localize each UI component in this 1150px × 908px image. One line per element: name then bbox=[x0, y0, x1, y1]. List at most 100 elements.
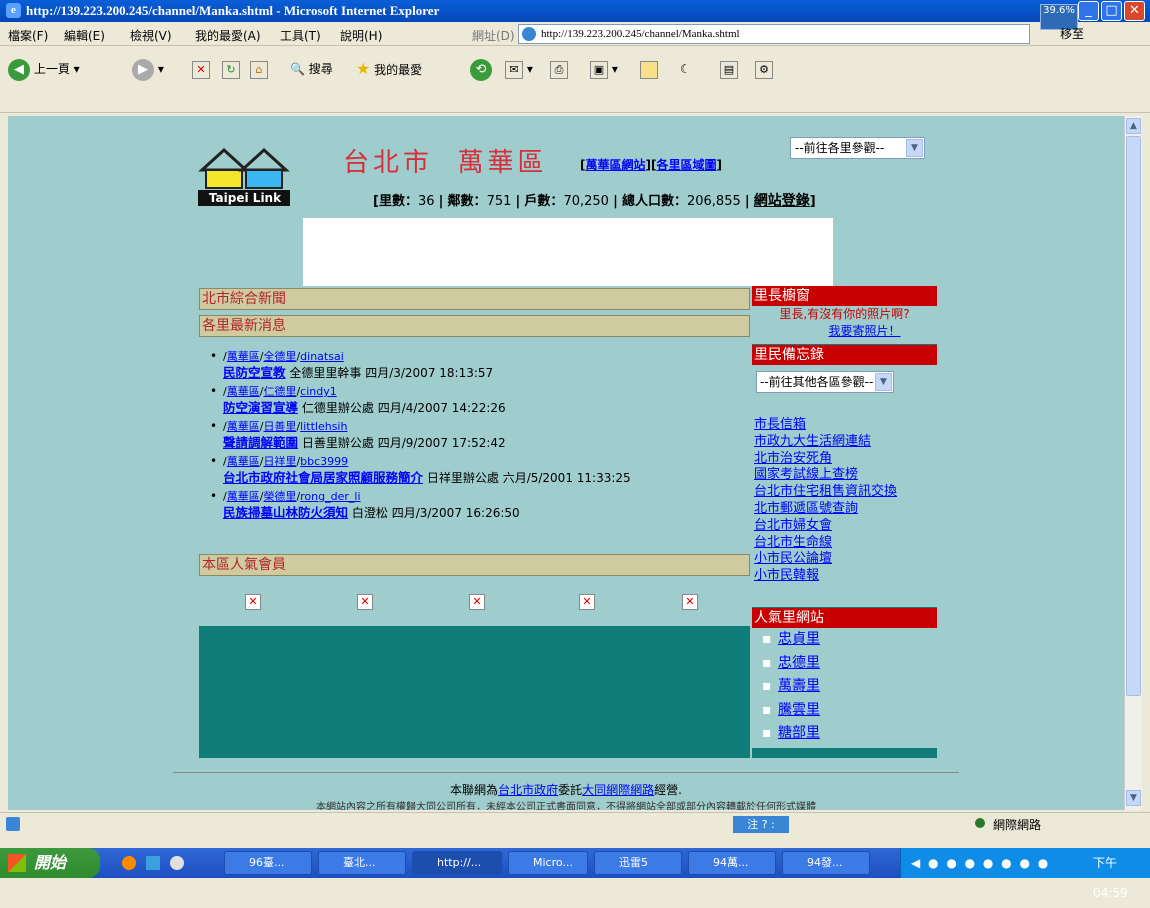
task-item[interactable]: 94萬... bbox=[688, 851, 776, 875]
district-map-link[interactable]: 各里區域圖 bbox=[656, 158, 716, 172]
popular-village-link[interactable]: 騰雲里 bbox=[778, 702, 820, 718]
district-jump-select[interactable]: --前往其他各區參觀-- ▼ bbox=[756, 371, 894, 393]
home-button[interactable]: ⌂ bbox=[250, 57, 268, 81]
chief-window-header: 里長櫥窗 bbox=[752, 286, 937, 306]
news-district-link[interactable]: 萬華區 bbox=[227, 420, 260, 433]
task-item-active[interactable]: http://... bbox=[412, 851, 502, 875]
task-item[interactable]: 94發... bbox=[782, 851, 870, 875]
ie-app-icon: e bbox=[6, 3, 21, 18]
news-district-link[interactable]: 萬華區 bbox=[227, 490, 260, 503]
forward-button[interactable]: ▶ ▾ bbox=[132, 57, 164, 81]
news-publisher: 白澄松 bbox=[351, 506, 388, 520]
news-village-link[interactable]: 日善里 bbox=[263, 420, 296, 433]
memo-link[interactable]: 北市治安死角 bbox=[754, 451, 832, 466]
memo-link[interactable]: 台北市住宅租售資訊交換 bbox=[754, 484, 897, 499]
menu-help[interactable]: 說明(H) bbox=[340, 27, 382, 44]
memo-header: 里民備忘錄 bbox=[752, 345, 937, 365]
popular-members-header: 本區人氣會員 bbox=[199, 554, 750, 576]
memo-link[interactable]: 市長信箱 bbox=[754, 417, 806, 432]
start-button[interactable]: 開始 bbox=[0, 848, 100, 878]
menu-favorites[interactable]: 我的最愛(A) bbox=[195, 27, 261, 44]
ime-icon[interactable]: 注 ? : bbox=[733, 816, 789, 833]
popular-village-link[interactable]: 忠德里 bbox=[778, 655, 820, 671]
memo-link[interactable]: 小市民韓報 bbox=[754, 568, 819, 583]
news-district-link[interactable]: 萬華區 bbox=[227, 350, 260, 363]
village-jump-select[interactable]: --前往各里參觀-- ▼ bbox=[790, 137, 925, 159]
scroll-down-icon[interactable]: ▼ bbox=[1126, 790, 1141, 806]
news-title-link[interactable]: 聲請調解範圍 bbox=[223, 435, 298, 450]
quicklaunch-icon[interactable] bbox=[146, 856, 160, 870]
gov-link[interactable]: 台北市政府 bbox=[498, 783, 558, 797]
memo-link[interactable]: 台北市生命線 bbox=[754, 535, 832, 550]
media-button[interactable]: ▤ bbox=[720, 57, 738, 81]
address-bar[interactable]: http://139.223.200.245/channel/Manka.sht… bbox=[518, 24, 1030, 44]
memo-link[interactable]: 市政九大生活網連結 bbox=[754, 434, 871, 449]
scroll-up-icon[interactable]: ▲ bbox=[1126, 118, 1141, 134]
menu-tools[interactable]: 工具(T) bbox=[280, 27, 321, 44]
print-icon: ⎙ bbox=[550, 60, 568, 79]
task-item[interactable]: 臺北... bbox=[318, 851, 406, 875]
news-user-link[interactable]: dinatsai bbox=[300, 350, 344, 363]
news-village-link[interactable]: 榮德里 bbox=[263, 490, 296, 503]
popular-village-link[interactable]: 糖部里 bbox=[778, 725, 820, 741]
news-village-link[interactable]: 全德里 bbox=[263, 350, 296, 363]
memo-link[interactable]: 國家考試線上查榜 bbox=[754, 467, 858, 482]
memo-link[interactable]: 北市郵遞區號查詢 bbox=[754, 501, 858, 516]
news-district-link[interactable]: 萬華區 bbox=[227, 385, 260, 398]
back-button[interactable]: ◀ 上一頁 ▾ bbox=[8, 57, 80, 81]
broken-image-icon[interactable]: ✕ bbox=[357, 594, 373, 610]
news-user-link[interactable]: littlehsih bbox=[300, 420, 347, 433]
popular-village-link[interactable]: 忠貞里 bbox=[778, 631, 820, 647]
vertical-scrollbar[interactable]: ▲ ▼ bbox=[1124, 116, 1142, 810]
news-user-link[interactable]: rong_der_li bbox=[300, 490, 360, 503]
news-title-link[interactable]: 民防空宣教 bbox=[223, 365, 286, 380]
history-button[interactable]: ⟲ bbox=[470, 57, 492, 81]
go-button[interactable]: 移至 bbox=[1060, 25, 1084, 42]
news-title-link[interactable]: 台北市政府社會局居家照顧服務簡介 bbox=[223, 470, 423, 485]
broken-image-icon[interactable]: ✕ bbox=[469, 594, 485, 610]
broken-image-icon[interactable]: ✕ bbox=[245, 594, 261, 610]
firefox-icon[interactable] bbox=[122, 856, 136, 870]
task-item[interactable]: Micro... bbox=[508, 851, 588, 875]
print-button[interactable]: ⎙ bbox=[550, 57, 568, 81]
news-village-link[interactable]: 日祥里 bbox=[263, 455, 296, 468]
district-site-link[interactable]: 萬華區網站 bbox=[585, 158, 645, 172]
task-item[interactable]: 迅雷5 bbox=[594, 851, 682, 875]
tray-icons[interactable]: ◀ ● ● ● ● ● ● ● bbox=[911, 848, 1050, 878]
menu-file[interactable]: 檔案(F) bbox=[8, 27, 48, 44]
menu-view[interactable]: 檢視(V) bbox=[130, 27, 172, 44]
messenger-button[interactable]: ☾ bbox=[680, 57, 691, 81]
send-photo-link[interactable]: 我要寄照片！ bbox=[828, 324, 900, 338]
members-row: ✕ ✕ ✕ ✕ ✕ bbox=[199, 582, 750, 624]
broken-image-icon[interactable]: ✕ bbox=[579, 594, 595, 610]
mail-button[interactable]: ✉ ▾ bbox=[505, 57, 533, 81]
folder-button[interactable] bbox=[640, 57, 658, 81]
news-district-link[interactable]: 萬華區 bbox=[227, 455, 260, 468]
stop-button[interactable]: ✕ bbox=[192, 57, 210, 81]
media-icon: ▤ bbox=[720, 60, 738, 79]
memo-link[interactable]: 小市民公論壇 bbox=[754, 551, 832, 566]
refresh-button[interactable]: ↻ bbox=[222, 57, 240, 81]
company-link[interactable]: 大同網際網路 bbox=[582, 783, 654, 797]
news-title-link[interactable]: 民族掃墓山林防火須知 bbox=[223, 505, 348, 520]
scroll-thumb[interactable] bbox=[1126, 136, 1141, 696]
menu-edit[interactable]: 編輯(E) bbox=[64, 27, 105, 44]
site-login-link[interactable]: 網站登錄 bbox=[754, 193, 810, 209]
close-button[interactable]: ✕ bbox=[1124, 1, 1145, 21]
news-village-link[interactable]: 仁德里 bbox=[263, 385, 296, 398]
news-title-link[interactable]: 防空演習宣導 bbox=[223, 400, 298, 415]
memo-link[interactable]: 台北市婦女會 bbox=[754, 518, 832, 533]
maximize-button[interactable]: □ bbox=[1101, 1, 1122, 21]
search-button[interactable]: 🔍 搜尋 bbox=[290, 57, 333, 81]
broken-image-icon[interactable]: ✕ bbox=[682, 594, 698, 610]
news-user-link[interactable]: bbc3999 bbox=[300, 455, 348, 468]
popular-village-link[interactable]: 萬壽里 bbox=[778, 678, 820, 694]
favorites-button[interactable]: ★ 我的最愛 bbox=[356, 57, 422, 81]
research-button[interactable]: ⚙ bbox=[755, 57, 773, 81]
favorites-label: 我的最愛 bbox=[374, 63, 423, 77]
task-item[interactable]: 96臺... bbox=[224, 851, 312, 875]
minimize-button[interactable]: _ bbox=[1078, 1, 1099, 21]
quicklaunch-icon[interactable] bbox=[170, 856, 184, 870]
news-user-link[interactable]: cindy1 bbox=[300, 385, 337, 398]
edit-button[interactable]: ▣ ▾ bbox=[590, 57, 618, 81]
